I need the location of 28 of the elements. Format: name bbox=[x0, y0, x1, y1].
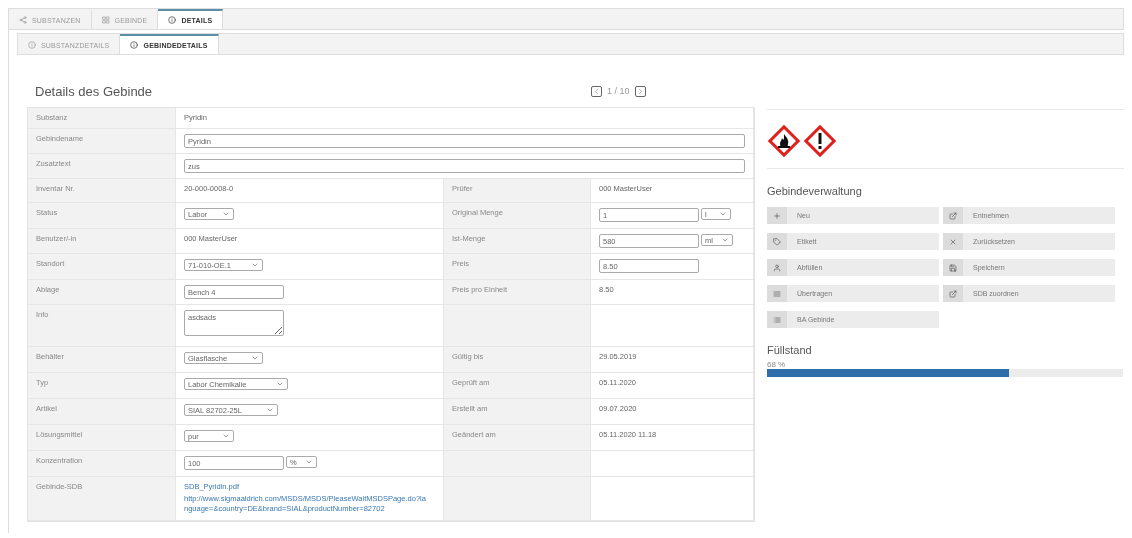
info-icon bbox=[130, 41, 139, 49]
chevron-down-icon bbox=[266, 406, 274, 414]
chevron-down-icon bbox=[251, 261, 259, 269]
chevron-down-icon bbox=[222, 210, 230, 218]
grid-icon bbox=[101, 16, 110, 24]
next-icon[interactable] bbox=[634, 85, 646, 97]
chevron-down-icon bbox=[222, 432, 230, 440]
external-link-icon bbox=[943, 207, 963, 224]
info-icon bbox=[168, 16, 177, 24]
person-icon bbox=[767, 259, 787, 276]
external-link-icon bbox=[943, 285, 963, 302]
chevron-down-icon bbox=[304, 458, 313, 466]
close-icon bbox=[943, 233, 963, 250]
info-icon bbox=[28, 41, 36, 49]
chevron-down-icon bbox=[251, 354, 259, 362]
plus-icon bbox=[767, 207, 787, 224]
chevron-down-icon bbox=[719, 210, 727, 218]
save-icon bbox=[943, 259, 963, 276]
previous-icon[interactable] bbox=[591, 85, 602, 97]
section-heading: Füllstand bbox=[767, 344, 813, 356]
share-icon bbox=[19, 16, 27, 24]
section-heading: Gebindeverwaltung bbox=[767, 185, 863, 197]
fill-reading: 68 % bbox=[767, 360, 787, 369]
chevron-down-icon bbox=[720, 236, 729, 244]
section-title: Details des Gebinde bbox=[34, 83, 154, 99]
tag-icon bbox=[767, 233, 787, 250]
page-counter: 1 / 10 bbox=[607, 86, 630, 96]
chevron-down-icon bbox=[276, 380, 284, 388]
